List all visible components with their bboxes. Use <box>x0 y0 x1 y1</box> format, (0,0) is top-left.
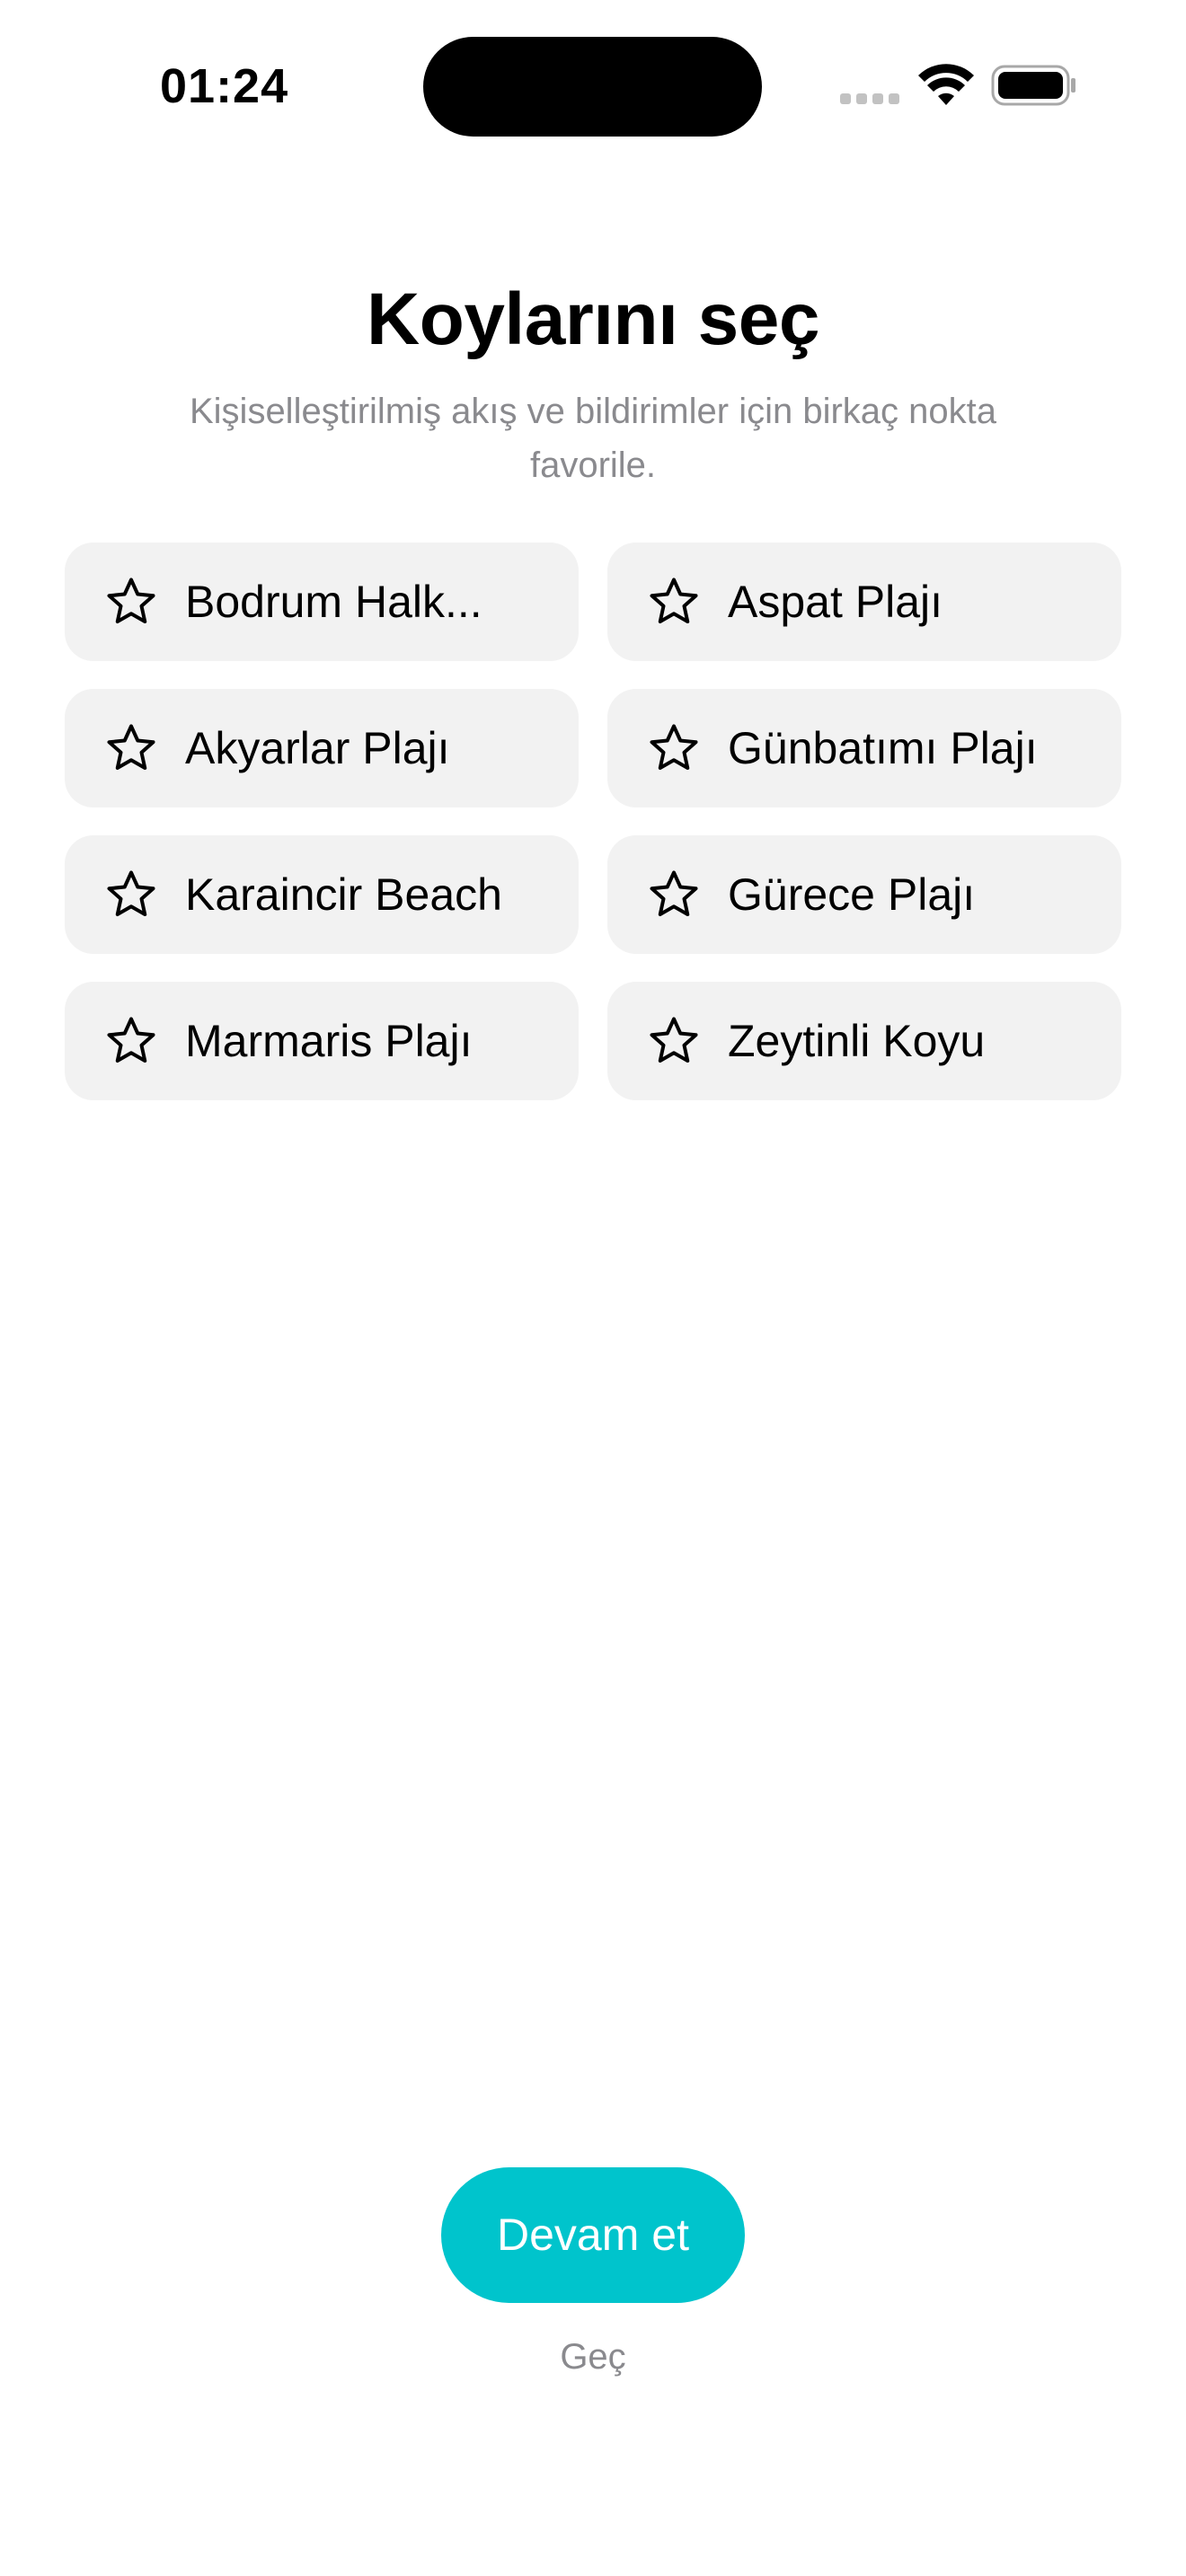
star-outline-icon <box>107 1017 155 1063</box>
battery-icon <box>991 65 1075 106</box>
beach-grid: Bodrum Halk... Aspat Plajı Akyarlar Plaj… <box>65 543 1121 1100</box>
beach-chip[interactable]: Akyarlar Plajı <box>65 689 579 807</box>
star-outline-icon <box>107 870 155 916</box>
star-outline-icon <box>107 578 155 623</box>
beach-chip[interactable]: Marmaris Plajı <box>65 982 579 1100</box>
star-outline-icon <box>650 1017 698 1063</box>
beach-chip-label: Zeytinli Koyu <box>728 1016 986 1066</box>
page-title: Koylarını seç <box>367 278 819 360</box>
status-time: 01:24 <box>160 59 289 113</box>
beach-chip-label: Günbatımı Plajı <box>728 723 1038 773</box>
star-outline-icon <box>650 578 698 623</box>
beach-chip-label: Karaincir Beach <box>185 869 502 920</box>
wifi-icon <box>918 64 974 105</box>
beach-chip[interactable]: Bodrum Halk... <box>65 543 579 661</box>
dynamic-island <box>423 37 762 137</box>
beach-chip-label: Akyarlar Plajı <box>185 723 450 773</box>
beach-chip-label: Aspat Plajı <box>728 577 943 627</box>
star-outline-icon <box>650 870 698 916</box>
skip-link[interactable]: Geç <box>503 2332 683 2382</box>
beach-chip[interactable]: Gürece Plajı <box>607 835 1121 954</box>
beach-chip[interactable]: Aspat Plajı <box>607 543 1121 661</box>
cellular-signal-icon <box>840 93 901 104</box>
beach-chip[interactable]: Zeytinli Koyu <box>607 982 1121 1100</box>
continue-button[interactable]: Devam et <box>441 2167 745 2303</box>
beach-chip[interactable]: Günbatımı Plajı <box>607 689 1121 807</box>
beach-chip-label: Gürece Plajı <box>728 869 976 920</box>
star-outline-icon <box>650 724 698 770</box>
beach-chip-label: Bodrum Halk... <box>185 577 482 627</box>
page-subtitle: Kişiselleştirilmiş akış ve bildirimler i… <box>189 392 996 485</box>
star-outline-icon <box>107 724 155 770</box>
beach-chip[interactable]: Karaincir Beach <box>65 835 579 954</box>
beach-chip-label: Marmaris Plajı <box>185 1016 473 1066</box>
